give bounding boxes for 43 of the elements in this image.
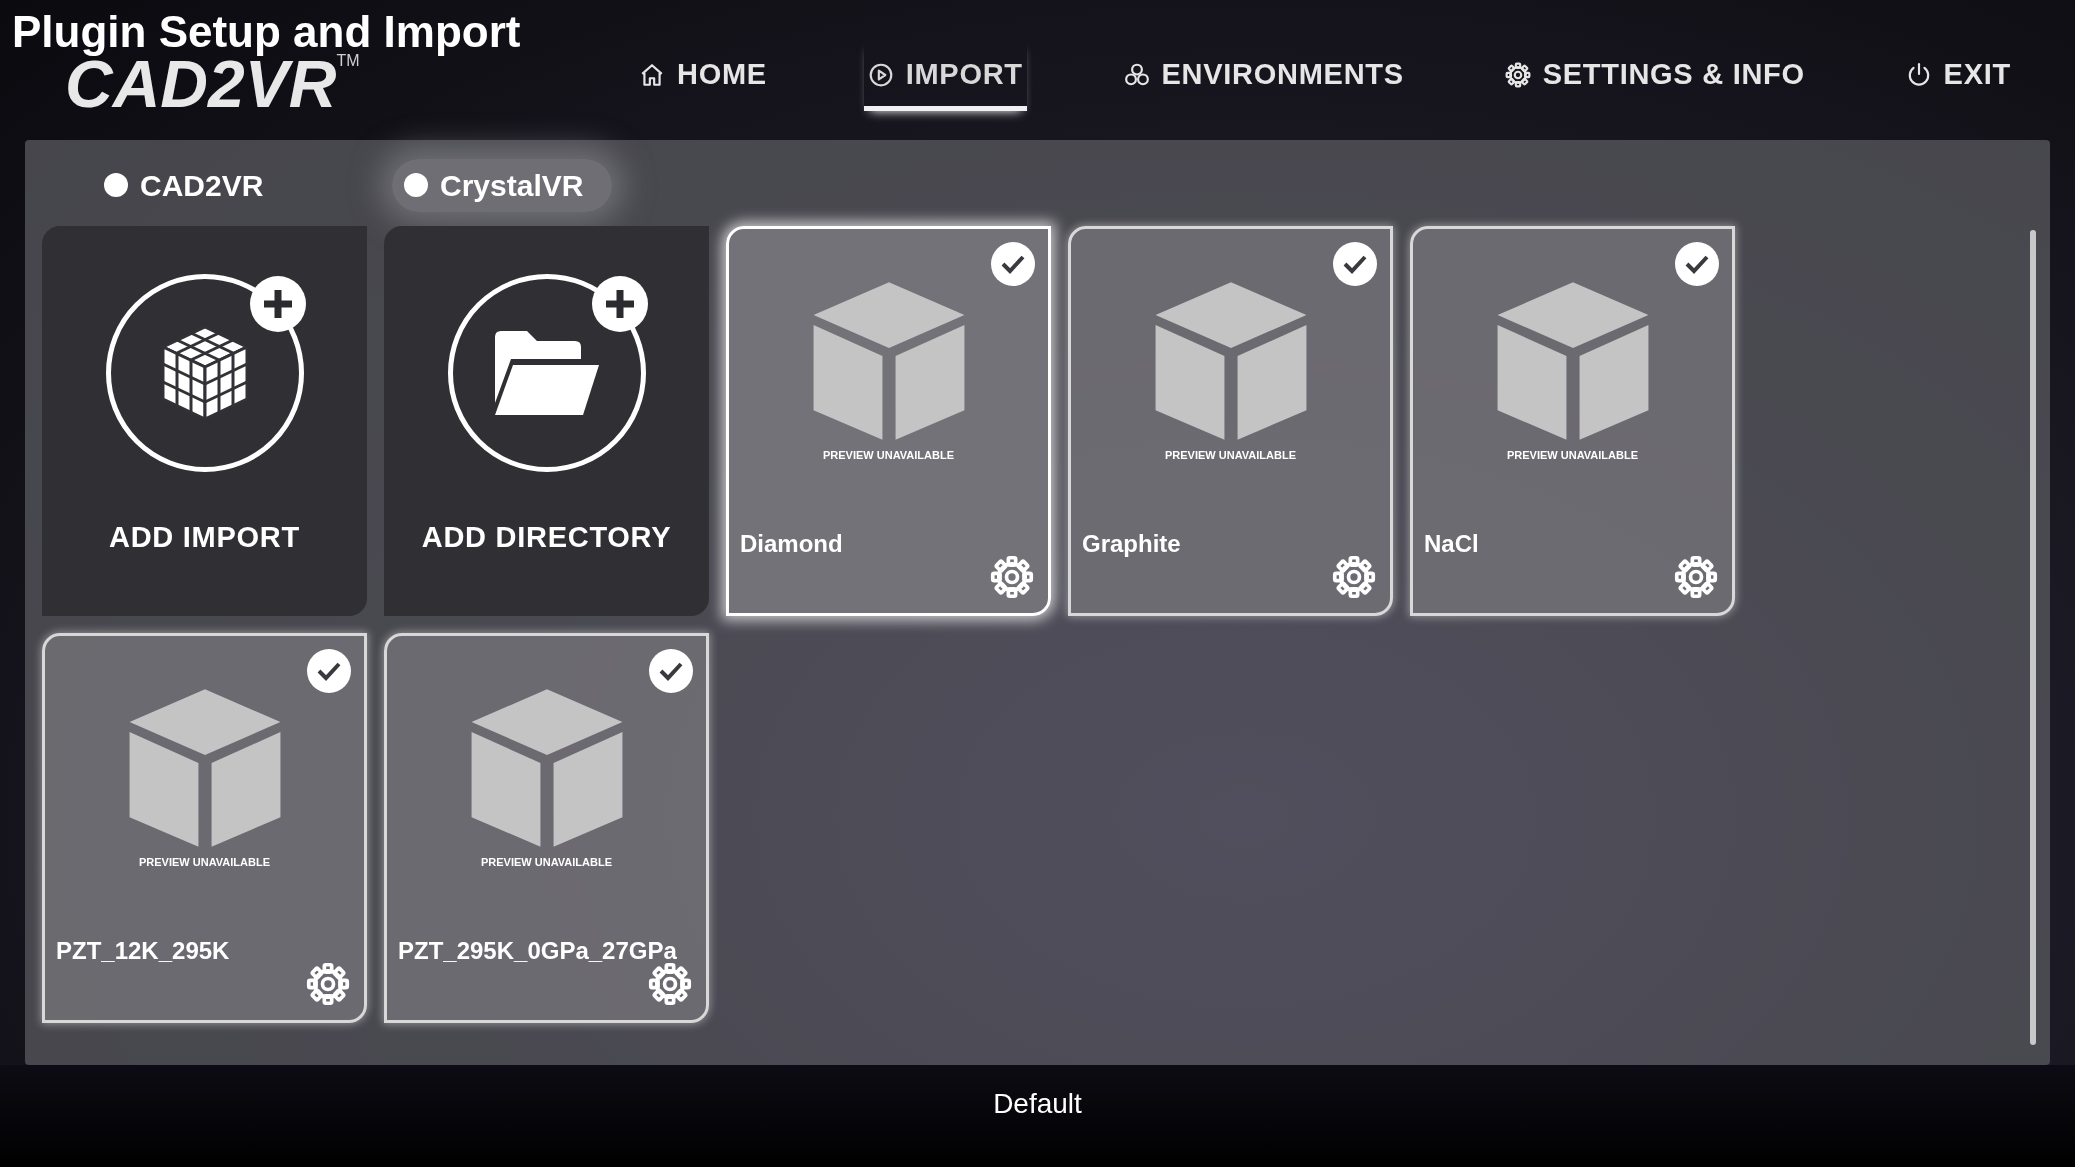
add-directory-button[interactable]: ADD DIRECTORY [384,226,709,616]
nav-tab[interactable]: ENVIRONMENTS [1119,38,1408,112]
home-icon [639,61,665,88]
scrollbar[interactable] [2030,230,2036,1045]
play-circle-icon [867,61,894,88]
nav-tab[interactable]: EXIT [1901,38,2015,112]
model-card[interactable]: PREVIEW UNAVAILABLE Graphite [1068,226,1393,616]
preview-label: PREVIEW UNAVAILABLE [1507,448,1638,463]
plus-icon [248,275,307,333]
model-card[interactable]: PREVIEW UNAVAILABLE PZT_12K_295K [42,633,367,1023]
checkmark-icon[interactable] [991,242,1035,286]
model-name: Diamond [740,528,843,559]
nav-tab[interactable]: HOME [635,38,771,112]
source-option[interactable]: CAD2VR [92,158,352,212]
trademark-mark: TM [336,51,360,71]
checkmark-icon[interactable] [1675,242,1719,286]
model-name: PZT_295K_0GPa_27GPa [398,935,677,966]
settings-icon[interactable] [990,555,1034,599]
add-import-button[interactable]: ADD IMPORT [42,226,367,616]
environment-label: Default [993,1087,1082,1121]
source-option[interactable]: CrystalVR [392,158,612,212]
model-card[interactable]: PREVIEW UNAVAILABLE NaCl [1410,226,1735,616]
model-name: NaCl [1424,528,1479,559]
settings-icon [1504,61,1531,88]
nav-tab[interactable]: SETTINGS & INFO [1500,38,1809,112]
checkmark-icon[interactable] [649,649,693,693]
settings-icon[interactable] [1674,555,1718,599]
settings-icon[interactable] [1332,555,1376,599]
settings-icon[interactable] [648,962,692,1006]
nav-tab[interactable]: IMPORT [863,38,1027,112]
model-name: Graphite [1082,528,1181,559]
circles-icon [1123,61,1150,88]
settings-icon[interactable] [306,962,350,1006]
preview-label: PREVIEW UNAVAILABLE [823,448,954,463]
preview-label: PREVIEW UNAVAILABLE [481,855,612,870]
plus-icon [590,275,649,333]
model-card[interactable]: PREVIEW UNAVAILABLE PZT_295K_0GPa_27GPa [384,633,709,1023]
model-card[interactable]: PREVIEW UNAVAILABLE Diamond [726,226,1051,616]
preview-label: PREVIEW UNAVAILABLE [1165,448,1296,463]
preview-label: PREVIEW UNAVAILABLE [139,855,270,870]
checkmark-icon[interactable] [307,649,351,693]
checkmark-icon[interactable] [1333,242,1377,286]
model-name: PZT_12K_295K [56,935,230,966]
